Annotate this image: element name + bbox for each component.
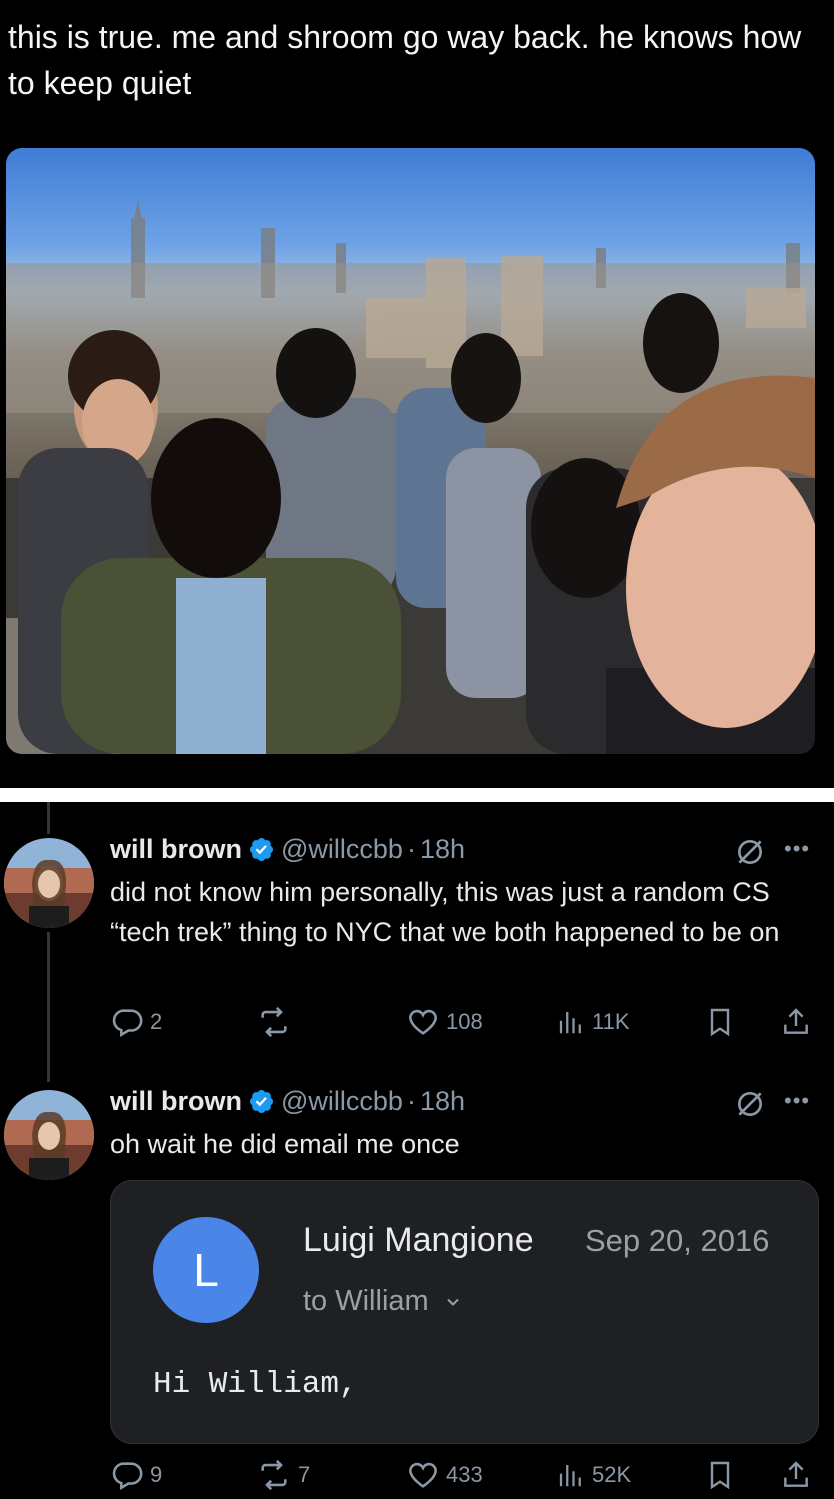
chevron-down-icon: [447, 1299, 459, 1307]
view-count: 11K: [592, 1009, 630, 1034]
like-icon: [409, 1009, 437, 1035]
reply-2-actions: 9 7 433 52K: [110, 1458, 822, 1494]
avatar-image: [4, 838, 94, 928]
bookmark-icon: [710, 1461, 730, 1490]
reply-button[interactable]: 2: [110, 1005, 162, 1039]
view-count: 52K: [592, 1462, 632, 1487]
views-icon: [559, 1465, 581, 1487]
like-icon: [409, 1462, 437, 1488]
avatar-image: [4, 1090, 94, 1180]
more-icon[interactable]: •••: [784, 836, 810, 862]
like-count: 108: [446, 1009, 483, 1034]
thread-line-connector: [47, 932, 50, 1082]
repost-button[interactable]: [256, 1005, 298, 1039]
views-button[interactable]: 11K: [556, 1005, 630, 1039]
avatar[interactable]: [4, 1090, 94, 1180]
reply-icon: [112, 1462, 143, 1491]
bookmark-button[interactable]: [704, 1005, 736, 1039]
separator-dot: ·: [406, 1086, 416, 1116]
reply-count: 2: [150, 1009, 163, 1034]
reply-1-header: will brown @willccbb · 18h: [110, 832, 465, 866]
email-sender-avatar: L: [153, 1217, 259, 1323]
email-recipient: to William: [303, 1285, 463, 1318]
views-button[interactable]: 52K: [556, 1458, 631, 1492]
timestamp[interactable]: 18h: [420, 1084, 465, 1118]
avatar[interactable]: [4, 838, 94, 928]
screenshot-divider: [0, 788, 834, 802]
repost-icon: [261, 1459, 287, 1491]
tweet-photo[interactable]: [6, 148, 815, 754]
email-screenshot-card[interactable]: L Luigi Mangione Sep 20, 2016 to William…: [110, 1180, 819, 1444]
share-icon: [784, 1008, 808, 1034]
repost-icon: [261, 1006, 287, 1038]
share-icon: [784, 1461, 808, 1487]
reply-2-text: oh wait he did email me once: [110, 1129, 460, 1159]
repost-count: 7: [298, 1462, 311, 1487]
like-button[interactable]: 433: [406, 1458, 483, 1492]
author-name[interactable]: will brown: [110, 1084, 242, 1118]
repost-button[interactable]: 7: [256, 1458, 310, 1492]
email-date: Sep 20, 2016: [585, 1223, 770, 1258]
reply-button[interactable]: 9: [110, 1458, 162, 1492]
verified-badge-icon: [249, 1089, 274, 1113]
email-body: Hi William,: [153, 1367, 358, 1402]
bookmark-button[interactable]: [704, 1458, 736, 1492]
like-button[interactable]: 108: [406, 1005, 483, 1039]
email-sender-name: Luigi Mangione: [303, 1221, 534, 1259]
reply-count: 9: [150, 1462, 163, 1487]
views-icon: [559, 1012, 581, 1034]
more-icon[interactable]: •••: [784, 1088, 810, 1114]
reply-icon: [112, 1009, 143, 1038]
share-button[interactable]: [780, 1458, 812, 1492]
reply-1-actions: 2 108 11K: [110, 1005, 822, 1041]
like-count: 433: [446, 1462, 483, 1487]
photo-illustration: [6, 200, 815, 754]
thread-line-top: [47, 802, 50, 834]
bookmark-icon: [710, 1008, 730, 1037]
reply-1-text: did not know him personally, this was ju…: [110, 877, 780, 947]
email-recipient-label: to William: [303, 1285, 429, 1317]
top-tweet-text: this is true. me and shroom go way back.…: [8, 19, 802, 101]
grok-icon[interactable]: [734, 836, 766, 868]
author-handle[interactable]: @willccbb: [281, 832, 403, 866]
author-name[interactable]: will brown: [110, 832, 242, 866]
author-handle[interactable]: @willccbb: [281, 1084, 403, 1118]
separator-dot: ·: [406, 834, 416, 864]
share-button[interactable]: [780, 1005, 812, 1039]
verified-badge-icon: [249, 837, 274, 861]
reply-2-header: will brown @willccbb · 18h: [110, 1084, 465, 1118]
timestamp[interactable]: 18h: [420, 832, 465, 866]
grok-icon[interactable]: [734, 1088, 766, 1120]
